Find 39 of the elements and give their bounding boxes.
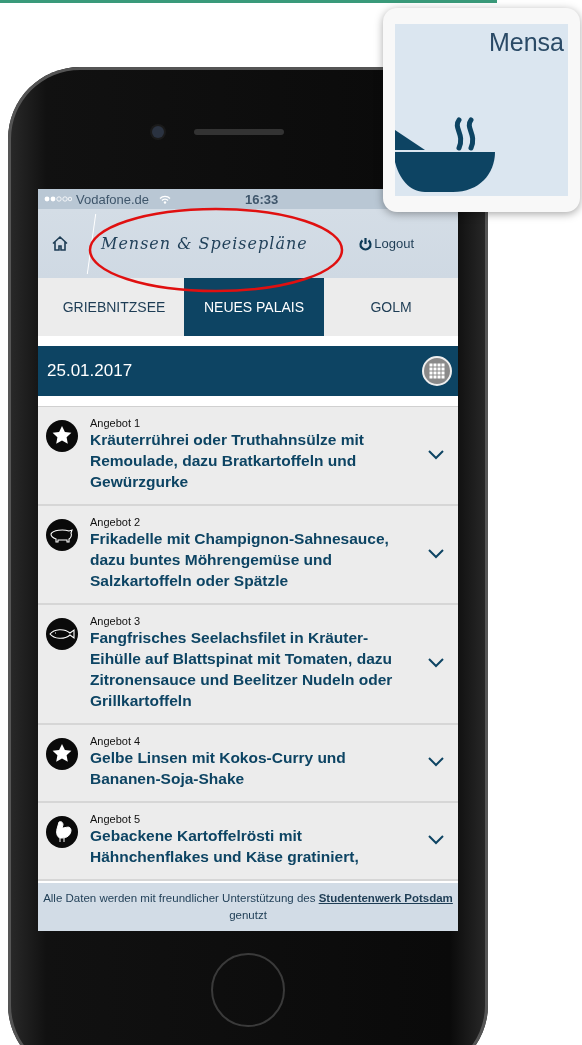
- offer-row[interactable]: Angebot 4 Gelbe Linsen mit Kokos-Curry und Bananen-Soja-Shake: [38, 725, 458, 803]
- offer-label: Angebot 3: [90, 615, 142, 627]
- app-tile-label: Mensa: [488, 28, 564, 57]
- offer-title: Gelbe Linsen mit Kokos-Curry und Bananen-Soja-Shake: [90, 748, 347, 789]
- chevron-down-icon[interactable]: [428, 757, 444, 767]
- offer-label: Angebot 4: [90, 735, 142, 747]
- date-text: 25.01.2017: [47, 361, 133, 381]
- camera-drawing: [152, 126, 164, 138]
- calendar-grid-icon[interactable]: [422, 356, 452, 386]
- credits-text: Alle Daten werden mit freundlicher Unterstützung des Studentenwerk Potsdam genutzt: [42, 891, 454, 923]
- offer-title: Fangfrisches Seelachsfilet in Kräuter-Eihülle auf Blattspinat mit Tomaten, dazu Zitronensauce und Beelitzer Nudeln oder Grillkartoffeln: [90, 628, 394, 711]
- app-title: Mensen & Speisepläne: [101, 234, 308, 253]
- offer-row[interactable]: Angebot 1 Kräuterrührei oder Truthahnsülze mit Remoulade, dazu Bratkartoffeln und Gewürzgurke: [38, 407, 458, 506]
- signal-icon: [44, 196, 72, 202]
- offer-title: Gebackene Kartoffelrösti mit Hähnchenflakes und Käse gratiniert,: [90, 826, 360, 867]
- campus-tab[interactable]: GRIEBNITZSEE: [44, 278, 184, 336]
- wifi-icon: [159, 194, 172, 204]
- chevron-down-icon[interactable]: [428, 835, 444, 845]
- chevron-down-icon[interactable]: [428, 449, 444, 460]
- status-time: 16:33: [245, 191, 279, 207]
- chevron-down-icon[interactable]: [428, 658, 444, 668]
- home-icon[interactable]: [51, 235, 69, 252]
- offer-row[interactable]: Angebot 2 Frikadelle mit Champignon-Sahnesauce, dazu buntes Möhrengemüse und Salzkartoffeln oder Spätzle: [38, 506, 458, 605]
- fish-icon: [45, 617, 79, 651]
- offer-title: Kräuterrührei oder Truthahnsülze mit Remoulade, dazu Bratkartoffeln und Gewürzgurke: [90, 430, 365, 492]
- offer-row[interactable]: Angebot 5 Gebackene Kartoffelrösti mit Hähnchenflakes und Käse gratiniert,: [38, 803, 458, 881]
- logout-button[interactable]: Logout: [359, 236, 414, 251]
- pig-icon: [45, 518, 79, 552]
- chevron-down-icon[interactable]: [428, 548, 444, 559]
- offer-label: Angebot 2: [90, 516, 142, 528]
- campus-tab[interactable]: GOLM: [324, 278, 458, 336]
- power-icon: [359, 236, 373, 251]
- carrier-name: Vodafone.de: [76, 191, 150, 207]
- offer-title: Frikadelle mit Champignon-Sahnesauce, dazu buntes Möhrengemüse und Salzkartoffeln oder Spätzle: [90, 529, 390, 591]
- offer-label: Angebot 5: [90, 813, 142, 825]
- offer-row[interactable]: Angebot 3 Fangfrisches Seelachsfilet in Kräuter-Eihülle auf Blattspinat mit Tomaten, dazu Zitronensauce und Beelitzer Nudeln oder Grillkartoffeln: [38, 605, 458, 725]
- campus-tab[interactable]: NEUES PALAIS: [184, 278, 324, 336]
- offer-label: Angebot 1: [90, 417, 142, 429]
- studentenwerk-link[interactable]: Studentenwerk Potsdam: [318, 892, 453, 904]
